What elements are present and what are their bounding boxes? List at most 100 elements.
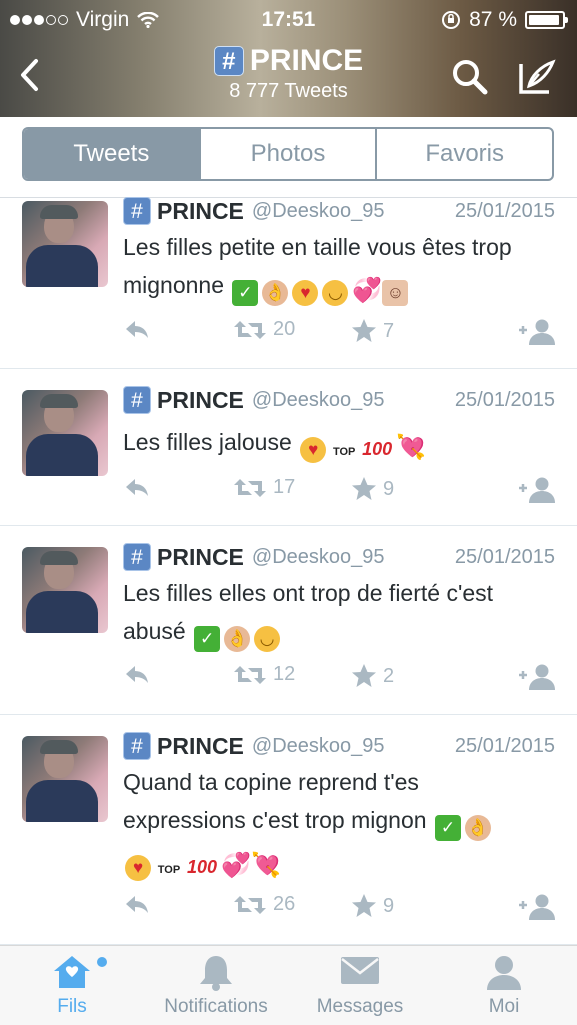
tweet[interactable]: # PRINCE @Deeskoo_95 25/01/2015 Les fill… [0,526,577,715]
tab-notifications[interactable]: Notifications [144,946,288,1025]
follow-button[interactable] [516,663,556,691]
star-icon [352,319,376,342]
author-name[interactable]: PRINCE [157,198,244,225]
check-mark-emoji-icon: ✓ [434,815,461,841]
bell-icon [200,956,232,991]
favorite-button[interactable]: 2 [351,663,394,689]
status-bar: Virgin 17:51 87 % [0,6,577,32]
compose-icon[interactable] [515,56,557,98]
tweet[interactable]: # PRINCE @Deeskoo_95 25/01/2015 Les fill… [0,369,577,526]
avatar[interactable] [22,736,108,822]
smirk-face-emoji-icon: ◡ [254,626,281,652]
reply-button[interactable] [123,476,151,498]
reply-icon [126,896,148,913]
heart-eyes-emoji-icon: ♥ [125,855,151,881]
reply-icon [126,321,148,338]
tweet[interactable]: ✓ # PRINCE @Deeskoo_95 25/01/2015 Les fi… [0,197,577,369]
add-user-icon [519,477,555,503]
retweet-button[interactable]: 12 [233,663,295,686]
retweet-icon [234,665,266,684]
retweet-count: 12 [273,663,296,685]
tab-messages[interactable]: Messages [288,946,432,1025]
reply-button[interactable] [123,663,151,685]
retweet-icon [234,895,266,914]
author-handle: @Deeskoo_95 [251,388,385,411]
follow-button[interactable] [516,318,556,346]
author-handle: @Deeskoo_95 [251,199,385,222]
retweet-count: 20 [273,318,296,340]
tab-moi[interactable]: Moi [432,946,576,1025]
add-user-icon [519,319,555,345]
ok-hand-emoji-icon: 👌 [464,815,491,841]
favorite-button[interactable]: 9 [351,476,394,502]
hashtag-badge-icon: # [123,386,151,414]
favorite-count: 9 [383,894,395,917]
favorite-button[interactable]: 9 [351,893,394,919]
segment-photos[interactable]: Photos [198,129,376,179]
check-mark-emoji-icon: ✓ [194,626,221,652]
heart-with-arrow-emoji-icon: 💘 [251,852,281,879]
hashtag-badge-icon: # [123,543,151,571]
star-icon [352,664,376,687]
author-name[interactable]: PRINCE [157,387,244,414]
tweet-actions: 26 9 [123,893,563,923]
star-icon [352,894,376,917]
home-icon [54,956,90,988]
tweet-date: 25/01/2015 [454,545,555,568]
tweet-text: Les filles jalouse ♥ TOP 100 💘 [123,423,563,465]
author-name[interactable]: PRINCE [157,733,244,760]
tweet-feed[interactable]: ✓ # PRINCE @Deeskoo_95 25/01/2015 Les fi… [0,197,577,945]
segment-bar: Tweets Photos Favoris [0,117,577,198]
heart-eyes-emoji-icon: ♥ [292,280,319,306]
ok-hand-emoji-icon: 👌 [262,280,289,306]
author-name[interactable]: PRINCE [157,544,244,571]
favorite-count: 2 [383,664,395,687]
profile-header: Virgin 17:51 87 % # PRINCE 8 777 Tweets [0,0,577,117]
reply-button[interactable] [123,893,151,915]
relieved-face-emoji-icon: ◡ [322,280,349,306]
add-user-icon [519,664,555,690]
reply-icon [126,666,148,683]
person-icon [487,956,521,990]
retweet-button[interactable]: 26 [233,893,295,916]
segment-tweets[interactable]: Tweets [24,129,199,179]
battery-icon [525,11,568,29]
segmented-control: Tweets Photos Favoris [22,127,554,181]
hashtag-badge-icon: # [123,732,151,760]
author-handle: @Deeskoo_95 [251,734,385,757]
retweet-icon [234,320,266,339]
retweet-button[interactable]: 20 [233,318,295,341]
avatar[interactable] [22,201,108,287]
tweet-date: 25/01/2015 [454,734,555,757]
envelope-icon [341,957,379,984]
battery-percent: 87 % [469,8,517,31]
heart-eyes-emoji-icon: ♥ [300,437,327,463]
retweet-count: 26 [273,893,296,915]
avatar[interactable] [22,390,108,476]
search-icon[interactable] [449,56,491,98]
tweet-text: Quand ta copine reprend t'es expressions… [123,763,563,883]
rotation-lock-icon [442,11,461,29]
follow-button[interactable] [516,893,556,921]
tweet[interactable]: # PRINCE @Deeskoo_95 25/01/2015 Quand ta… [0,715,577,945]
tab-fils[interactable]: Fils [0,946,144,1025]
follow-button[interactable] [516,476,556,504]
tweet-actions: 20 7 [123,318,563,348]
heart-with-arrow-emoji-icon: 💘 [396,434,427,461]
page-title: # PRINCE [213,44,363,78]
unread-dot [97,957,107,967]
retweet-button[interactable]: 17 [233,476,295,499]
top-arrow-emoji-icon: TOP [157,864,181,876]
reply-button[interactable] [123,318,151,340]
star-icon [352,477,376,500]
avatar[interactable] [22,547,108,633]
retweet-icon [234,478,266,497]
favorite-count: 7 [383,319,395,342]
two-hearts-emoji-icon: 💞 [221,852,251,879]
couple-emoji-icon: ☺ [382,280,409,306]
tweet-text: Les filles petite en taille vous êtes tr… [123,234,512,306]
favorite-count: 9 [383,477,395,500]
favorite-button[interactable]: 7 [351,318,394,344]
two-hearts-emoji-icon: 💞 [352,277,383,304]
segment-favoris[interactable]: Favoris [375,129,552,179]
